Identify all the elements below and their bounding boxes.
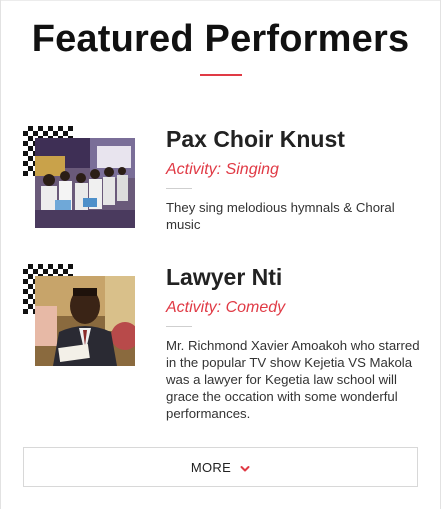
performer-activity: Activity: Comedy bbox=[166, 299, 286, 316]
frame-top-border bbox=[0, 0, 441, 1]
section-title: Featured Performers bbox=[31, 18, 410, 60]
performer-activity: Activity: Singing bbox=[166, 161, 279, 178]
chevron-down-icon bbox=[240, 462, 250, 472]
performer-photo[interactable] bbox=[35, 276, 135, 366]
more-button-label: MORE bbox=[190, 459, 232, 475]
performer-name[interactable]: Lawyer Nti bbox=[166, 264, 282, 291]
performer-divider bbox=[166, 326, 192, 327]
performer-description: They sing melodious hymnals & Choral mus… bbox=[166, 200, 395, 232]
frame-left-border bbox=[0, 0, 1, 509]
more-button[interactable]: MORE bbox=[23, 447, 418, 487]
performer-name[interactable]: Pax Choir Knust bbox=[166, 126, 345, 153]
performer-divider bbox=[166, 188, 192, 189]
performer-description: Mr. Richmond Xavier Amoakoh who starred … bbox=[166, 338, 420, 421]
performer-photo[interactable] bbox=[35, 138, 135, 228]
title-underline bbox=[200, 74, 242, 76]
